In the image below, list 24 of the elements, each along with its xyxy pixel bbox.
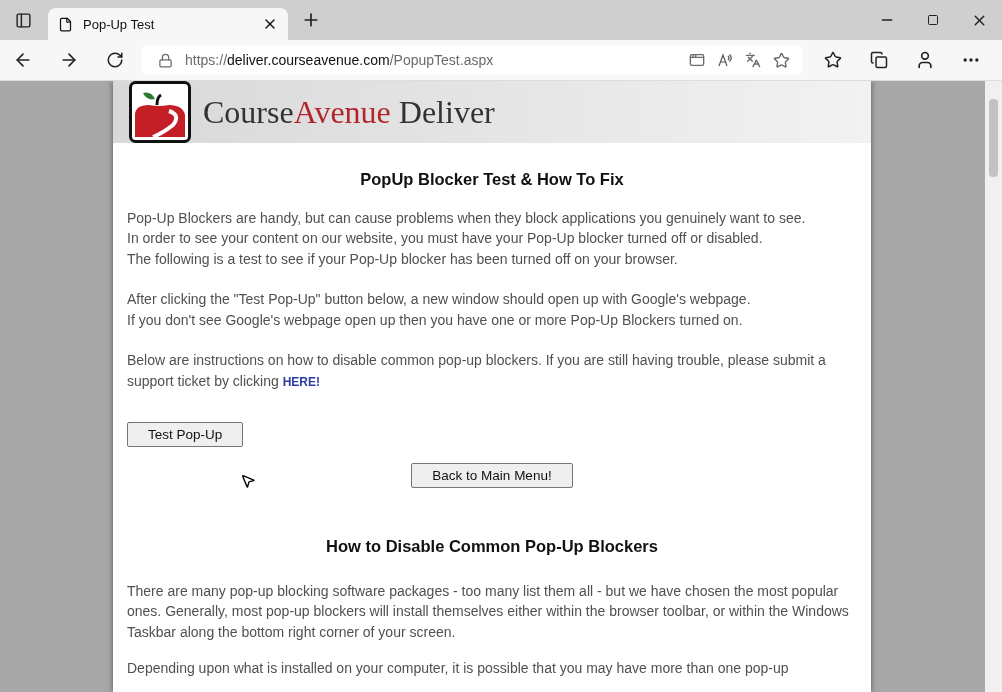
paragraph: There are many pop-up blocking software packages - too many list them all - but we have chosen the most popular ones. Generally, most pop-up blockers will install themselves either within the browser toolbar, or within the Windows Taskbar along the bottom right corner of your screen. bbox=[127, 581, 850, 642]
popup-blocked-icon[interactable] bbox=[689, 52, 705, 68]
paragraph-line: If you don't see Google's webpage open up then you have one or more Pop-Up Blockers turned on. bbox=[127, 310, 744, 330]
brand-name: CourseAvenue Deliver bbox=[203, 93, 495, 131]
page-heading: PopUp Blocker Test & How To Fix bbox=[359, 169, 625, 190]
paragraph-line: The following is a test to see if your Pop-Up blocker has been turned off on your browser. bbox=[127, 249, 679, 269]
page-icon bbox=[58, 16, 73, 32]
lock-icon bbox=[158, 52, 173, 68]
test-popup-button[interactable]: Test Pop-Up bbox=[127, 422, 244, 447]
support-paragraph: Below are instructions on how to disable common pop-up blockers. If you are still having trouble, please submit a support ticket by clicking HERE! bbox=[127, 351, 827, 391]
translate-icon[interactable] bbox=[745, 52, 761, 68]
paragraph-line: Pop-Up Blockers are handy, but can cause problems when they block applications you genuinely want to see. bbox=[127, 208, 807, 228]
scrollbar[interactable] bbox=[985, 81, 1002, 692]
favorite-icon[interactable] bbox=[773, 51, 790, 69]
back-to-main-menu-button[interactable]: Back to Main Menu! bbox=[411, 463, 573, 488]
paragraph: Depending upon what is installed on your computer, it is possible that you may have more than one pop-up bbox=[127, 659, 790, 678]
section-heading: How to Disable Common Pop-Up Blockers bbox=[325, 536, 659, 557]
tab-title: Pop-Up Test bbox=[83, 16, 156, 32]
paragraph-line: After clicking the "Test Pop-Up" button below, a new window should open up with Google's webpage. bbox=[127, 290, 752, 309]
paragraph-line: In order to see your content on our website, you must have your Pop-Up blocker turned off or disabled. bbox=[127, 229, 764, 248]
address-field[interactable]: https://deliver.courseavenue.com/PopupTest.aspx bbox=[142, 45, 802, 75]
browser-tab[interactable]: Pop-Up Test bbox=[48, 8, 288, 40]
here-link[interactable]: HERE! bbox=[282, 374, 320, 389]
read-aloud-icon[interactable] bbox=[717, 52, 733, 68]
